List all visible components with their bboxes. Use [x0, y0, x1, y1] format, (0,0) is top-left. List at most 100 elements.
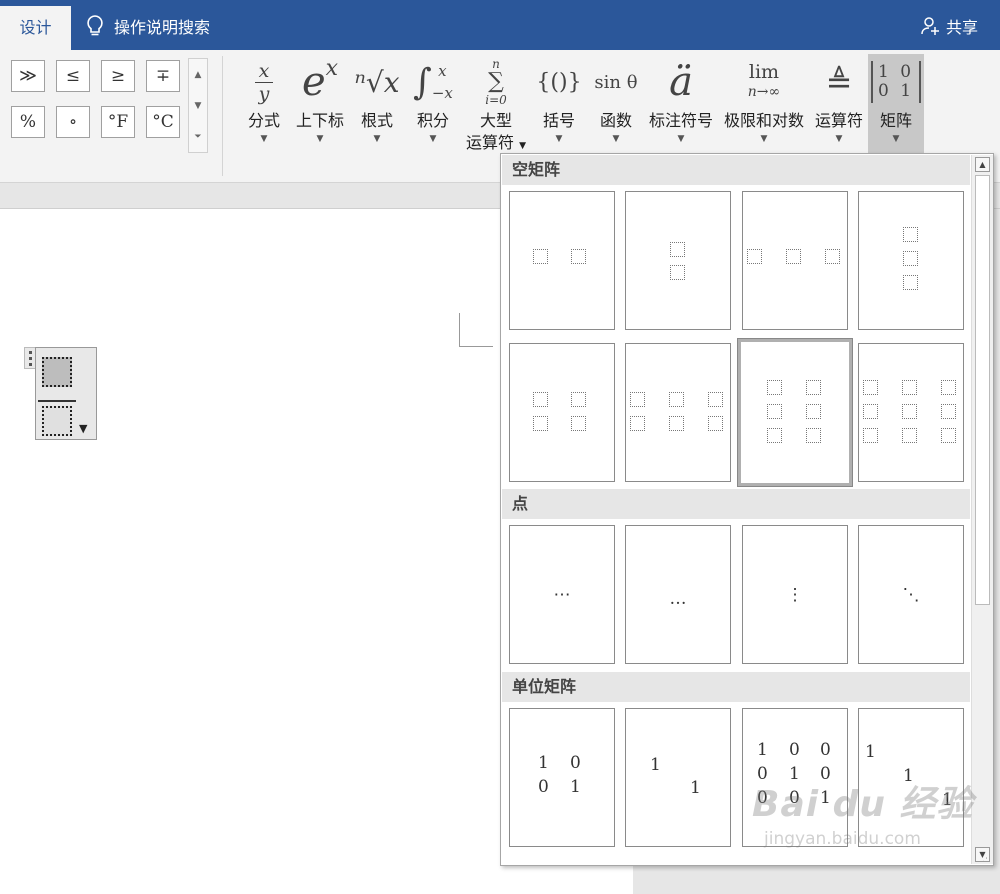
chevron-down-icon: ▼ — [555, 134, 563, 144]
chevron-down-icon: ▼ — [519, 141, 527, 151]
matrix-placeholder-top[interactable] — [42, 357, 72, 387]
matrix-1x3-tile[interactable] — [742, 191, 848, 330]
placeholder-box — [767, 380, 782, 395]
operator-icon: ≜ — [825, 63, 853, 101]
chevron-down-icon: ▼ — [677, 134, 685, 144]
ribbon-separator — [222, 56, 223, 176]
placeholder-box — [902, 428, 917, 443]
fraction-button[interactable]: x y 分式 ▼ — [242, 54, 286, 174]
placeholder-box — [670, 265, 685, 280]
section-identity-matrix: 单位矩阵 — [502, 672, 970, 702]
matrix-placeholder-bottom[interactable] — [42, 406, 72, 436]
placeholder-box — [630, 416, 645, 431]
integral-icon: ∫ x −x — [413, 61, 453, 103]
matrix-3x2-tile[interactable] — [737, 338, 853, 487]
tab-design[interactable]: 设计 — [0, 6, 71, 50]
placeholder-box — [863, 380, 878, 395]
script-icon: e x — [301, 55, 339, 106]
section-empty-matrix: 空矩阵 — [502, 155, 970, 185]
placeholder-box — [903, 251, 918, 266]
share-label: 共享 — [945, 18, 978, 37]
placeholder-box — [806, 404, 821, 419]
radical-button[interactable]: ⁿ√x 根式 ▼ — [354, 54, 400, 174]
symbol-celsius[interactable]: °C — [146, 106, 180, 138]
expand-gallery-icon[interactable]: ⏷ — [189, 121, 207, 152]
matrix-3x1-tile[interactable] — [858, 191, 964, 330]
bracket-icon: {()} — [536, 69, 582, 95]
symbol-greater-equal[interactable]: ≥ — [101, 60, 135, 92]
placeholder-box — [941, 428, 956, 443]
placeholder-box — [708, 416, 723, 431]
function-icon: sin θ — [594, 71, 638, 93]
script-button[interactable]: e x 上下标 ▼ — [291, 54, 349, 174]
dots-diagonal-tile[interactable]: ⋱ — [858, 525, 964, 664]
placeholder-box — [806, 428, 821, 443]
chevron-down-icon: ▼ — [612, 134, 620, 144]
placeholder-box — [941, 404, 956, 419]
matrix-2x1-tile[interactable] — [625, 191, 731, 330]
placeholder-box — [533, 249, 548, 264]
placeholder-box — [863, 404, 878, 419]
chevron-down-icon: ▼ — [760, 134, 768, 144]
symbol-minus-plus[interactable]: ∓ — [146, 60, 180, 92]
equation-options-dropdown[interactable]: ▼ — [79, 422, 87, 435]
large-operator-icon: n ∑ i=0 — [485, 57, 507, 107]
chevron-down-icon: ▼ — [892, 134, 900, 144]
symbol-much-greater[interactable]: ≫ — [11, 60, 45, 92]
placeholder-box — [825, 249, 840, 264]
lightbulb-icon — [87, 15, 103, 36]
margin-corner-mark — [459, 313, 493, 347]
placeholder-box — [571, 249, 586, 264]
chevron-down-icon: ▼ — [835, 134, 843, 144]
chevron-down-icon: ▼ — [373, 134, 381, 144]
placeholder-box — [533, 392, 548, 407]
scroll-down-icon[interactable]: ▼ — [189, 90, 207, 121]
scrollbar-thumb[interactable] — [975, 175, 990, 605]
symbol-percent[interactable]: % — [11, 106, 45, 138]
scroll-up-icon[interactable]: ▲ — [189, 59, 207, 90]
placeholder-box — [669, 392, 684, 407]
tell-me-label: 操作说明搜索 — [114, 18, 211, 37]
placeholder-box — [571, 392, 586, 407]
matrix-gallery-panel: 空矩阵 点 ⋯ … ⋮ ⋱ 单位矩阵 1 0 0 1 1 1 1 0 0 0 1… — [500, 153, 994, 866]
matrix-1x2-tile[interactable] — [509, 191, 615, 330]
placeholder-box — [903, 227, 918, 242]
tell-me-search[interactable]: 操作说明搜索 — [86, 14, 210, 38]
placeholder-box — [669, 416, 684, 431]
share-button[interactable]: 共享 — [920, 14, 978, 38]
placeholder-box — [902, 404, 917, 419]
symbol-fahrenheit[interactable]: °F — [101, 106, 135, 138]
placeholder-box — [863, 428, 878, 443]
integral-button[interactable]: ∫ x −x 积分 ▼ — [410, 54, 456, 174]
panel-scrollbar[interactable]: ▲ ▼ — [971, 155, 993, 864]
chevron-down-icon: ▼ — [316, 134, 324, 144]
symbol-gallery-scroll[interactable]: ▲ ▼ ⏷ — [188, 58, 208, 153]
placeholder-box — [903, 275, 918, 290]
section-dots: 点 — [502, 489, 970, 519]
matrix-2x2-tile[interactable] — [509, 343, 615, 482]
person-icon — [921, 17, 939, 35]
fraction-line — [38, 400, 76, 402]
identity-2x2-tile[interactable]: 1 0 0 1 — [509, 708, 615, 847]
placeholder-box — [533, 416, 548, 431]
placeholder-box — [767, 404, 782, 419]
dots-vertical-tile[interactable]: ⋮ — [742, 525, 848, 664]
placeholder-box — [902, 380, 917, 395]
equation-object[interactable]: ▼ — [35, 347, 97, 440]
dots-centerline-tile[interactable]: ⋯ — [509, 525, 615, 664]
radical-icon: ⁿ√x — [354, 65, 400, 99]
limit-log-icon: lim n→∞ — [747, 61, 781, 100]
baidu-watermark: Bai du 经验 jingyan.baidu.com — [752, 784, 974, 849]
placeholder-box — [767, 428, 782, 443]
scroll-up-icon[interactable]: ▲ — [975, 157, 990, 172]
placeholder-box — [806, 380, 821, 395]
symbol-less-equal[interactable]: ≤ — [56, 60, 90, 92]
identity-2x2-sparse-tile[interactable]: 1 1 — [625, 708, 731, 847]
matrix-2x3-tile[interactable] — [625, 343, 731, 482]
chevron-down-icon: ▼ — [429, 134, 437, 144]
placeholder-box — [747, 249, 762, 264]
symbol-ring[interactable]: ∘ — [56, 106, 90, 138]
matrix-3x3-tile[interactable] — [858, 343, 964, 482]
dots-baseline-tile[interactable]: … — [625, 525, 731, 664]
placeholder-box — [941, 380, 956, 395]
